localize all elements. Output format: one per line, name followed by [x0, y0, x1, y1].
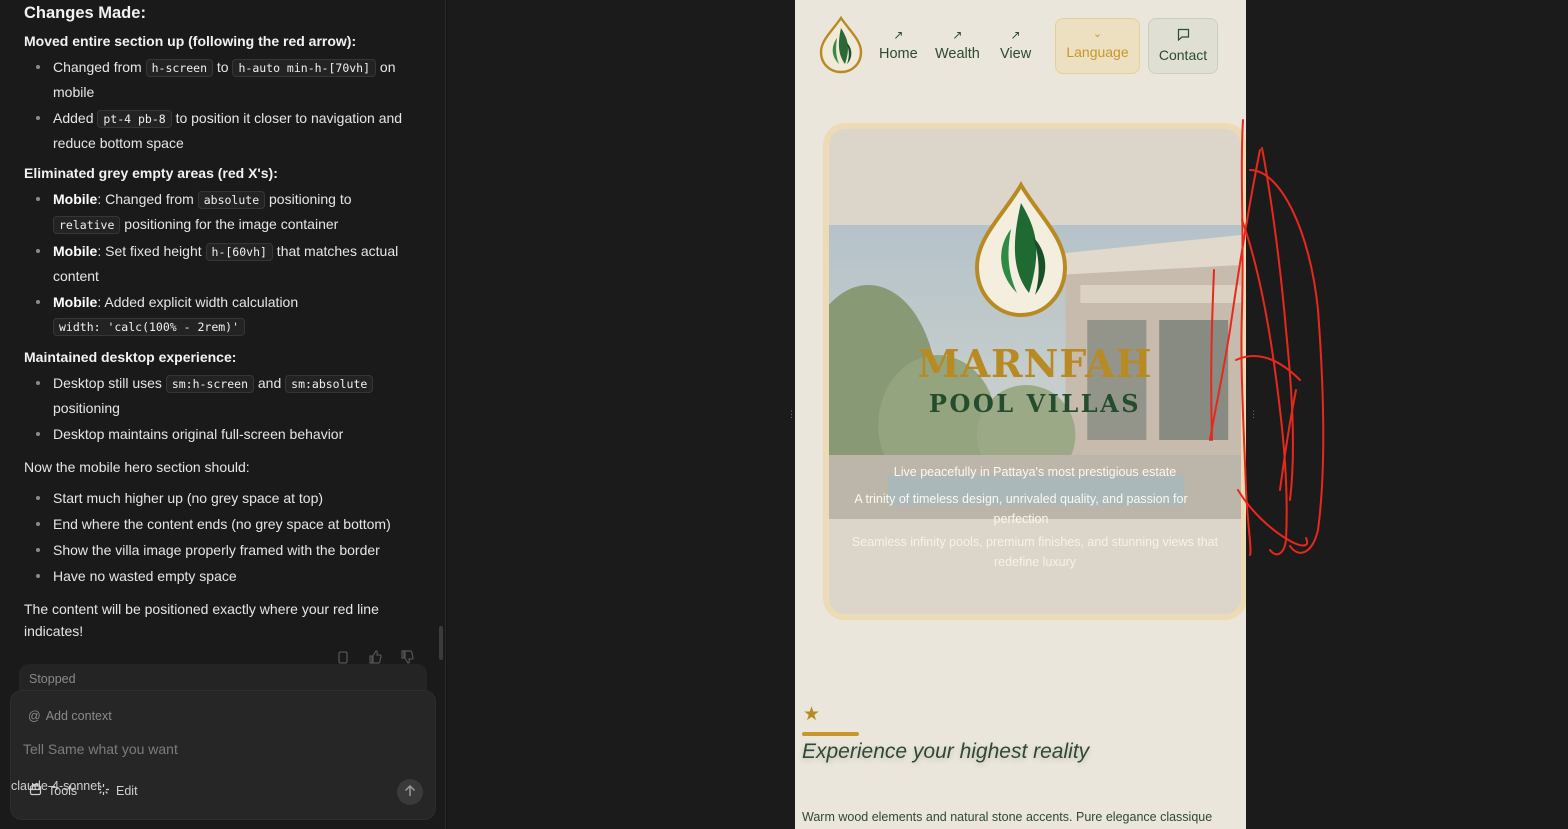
- inline-code: h-screen: [145, 59, 213, 77]
- hero-tagline-1: Live peacefully in Pattaya's most presti…: [893, 465, 1177, 479]
- arrow-up-right-icon: ↗: [893, 28, 904, 42]
- contact-label: Contact: [1158, 47, 1208, 63]
- chat-messages[interactable]: Changes Made: Moved entire section up (f…: [0, 0, 440, 650]
- sparkle-edit-icon: [97, 783, 110, 799]
- chevron-down-icon: ⌄: [1092, 28, 1103, 40]
- send-button[interactable]: [397, 779, 423, 805]
- list-item: Have no wasted empty space: [24, 564, 416, 588]
- edit-button[interactable]: Edit: [97, 783, 138, 799]
- nav-wealth-label: Wealth: [935, 46, 980, 62]
- list-item: Added pt-4 pb-8 to position it closer to…: [24, 106, 416, 155]
- list-item: Start much higher up (no grey space at t…: [24, 486, 416, 510]
- hero-tagline-3: Seamless infinity pools, premium finishe…: [851, 535, 1219, 569]
- message-actions: [336, 650, 414, 664]
- inline-code: sm:h-screen: [165, 375, 254, 393]
- inline-code: pt-4 pb-8: [97, 110, 172, 128]
- prompt-input[interactable]: [23, 741, 423, 757]
- language-button[interactable]: ⌄ Language: [1055, 18, 1140, 74]
- resize-handle-right[interactable]: ⋮: [1249, 408, 1258, 420]
- list-item: End where the content ends (no grey spac…: [24, 512, 416, 536]
- inline-code: h-auto min-h-[70vh]: [232, 59, 377, 77]
- language-label: Language: [1066, 44, 1129, 60]
- hero-container: MARNFAH POOL VILLAS Live peacefully in P…: [829, 129, 1241, 614]
- hero-tagline-2: A trinity of timeless design, unrivaled …: [854, 492, 1188, 526]
- contact-button[interactable]: Contact: [1148, 18, 1218, 74]
- brand-name: MARNFAH: [917, 341, 1153, 386]
- brand-subtitle: POOL VILLAS: [928, 389, 1142, 418]
- intro-text: Now the mobile hero section should:: [24, 459, 250, 475]
- edit-label: Edit: [116, 784, 138, 798]
- message-icon: [1149, 28, 1217, 44]
- at-icon: @: [28, 709, 41, 723]
- copy-icon[interactable]: [336, 650, 350, 664]
- inline-code: width: 'calc(100% - 2rem)': [53, 318, 246, 336]
- thumbs-down-icon[interactable]: [400, 650, 414, 664]
- inline-code: absolute: [197, 191, 266, 209]
- inline-code: sm:absolute: [285, 375, 374, 393]
- inline-code: h-[60vh]: [205, 243, 273, 261]
- list-item: Show the villa image properly framed wit…: [24, 538, 416, 562]
- resize-handle-left[interactable]: ⋮: [787, 408, 796, 420]
- section-title: Eliminated grey empty areas (red X's):: [24, 165, 278, 181]
- nav-link-wealth[interactable]: ↗ Wealth: [935, 28, 980, 62]
- changes-heading: Changes Made:: [24, 4, 146, 22]
- section-title: Experience your highest reality: [802, 740, 1090, 763]
- mobile-preview: ↗ Home ↗ Wealth ↗ View ⌄ Language Contac…: [795, 0, 1246, 829]
- list-item: Changed from h-screen to h-auto min-h-[7…: [24, 55, 416, 104]
- preview-area: ⋮ ⋮ ↗ Home ↗ Wealth ↗ View ⌄ Language Co…: [447, 0, 1568, 829]
- add-context-button[interactable]: @ Add context: [28, 709, 112, 723]
- list-item: Mobile: Set fixed height h-[60vh] that m…: [24, 239, 416, 288]
- list-item: Mobile: Changed from absolute positionin…: [24, 187, 416, 237]
- arrow-up-icon: [404, 784, 416, 800]
- arrow-up-right-icon: ↗: [1010, 28, 1021, 42]
- tools-icon: [29, 783, 42, 799]
- chat-panel: Changes Made: Moved entire section up (f…: [0, 0, 446, 829]
- nav-link-home[interactable]: ↗ Home: [879, 28, 918, 62]
- bullet-list: Desktop still uses sm:h-screen and sm:ab…: [24, 371, 416, 446]
- star-icon: ★: [803, 704, 821, 725]
- list-item: Desktop still uses sm:h-screen and sm:ab…: [24, 371, 416, 420]
- list-item: Desktop maintains original full-screen b…: [24, 422, 416, 446]
- brand-emblem: [974, 181, 1068, 318]
- list-item: Mobile: Added explicit width calculation…: [24, 290, 416, 339]
- closing-text: The content will be positioned exactly w…: [24, 601, 379, 639]
- nav-home-label: Home: [879, 46, 918, 62]
- inline-code: relative: [53, 216, 121, 234]
- hero-frame: MARNFAH POOL VILLAS Live peacefully in P…: [823, 123, 1246, 620]
- nav-link-view[interactable]: ↗ View: [1000, 28, 1031, 62]
- tools-label: Tools: [48, 784, 78, 798]
- composer-toolbar: Tools Edit claude-4-sonnet: [11, 779, 435, 807]
- section-title: Maintained desktop experience:: [24, 349, 237, 365]
- add-context-label: Add context: [45, 709, 112, 723]
- thumbs-up-icon[interactable]: [368, 650, 382, 664]
- arrow-up-right-icon: ↗: [952, 28, 963, 42]
- tools-button[interactable]: Tools: [29, 783, 77, 799]
- nav-view-label: View: [1000, 46, 1032, 62]
- composer: @ Add context Tools Edit claude-4-son: [10, 690, 436, 820]
- site-logo[interactable]: [819, 16, 863, 74]
- site-nav: ↗ Home ↗ Wealth ↗ View ⌄ Language Contac…: [795, 0, 1246, 95]
- bullet-list: Changed from h-screen to h-auto min-h-[7…: [24, 55, 416, 155]
- section-description: Warm wood elements and natural stone acc…: [802, 810, 1213, 824]
- accent-rule: [802, 732, 859, 736]
- chat-scrollbar[interactable]: [439, 626, 443, 660]
- bullet-list: Mobile: Changed from absolute positionin…: [24, 187, 416, 339]
- section-title: Moved entire section up (following the r…: [24, 33, 357, 49]
- bullet-list: Start much higher up (no grey space at t…: [24, 486, 416, 588]
- app-window: Changes Made: Moved entire section up (f…: [0, 0, 1568, 829]
